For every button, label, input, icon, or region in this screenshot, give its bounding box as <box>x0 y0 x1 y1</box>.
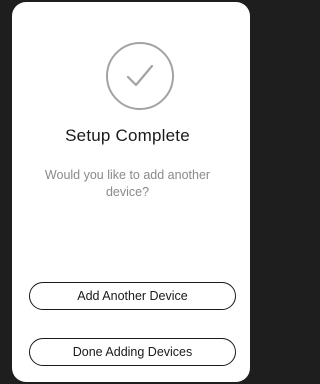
done-adding-devices-button[interactable]: Done Adding Devices <box>29 338 236 366</box>
checkmark-circle-icon <box>106 42 174 110</box>
add-another-device-button[interactable]: Add Another Device <box>29 282 236 310</box>
dialog-message: Would you like to add another device? <box>44 168 211 199</box>
screen-backdrop: Setup Complete Would you like to add ano… <box>0 0 255 384</box>
checkmark-icon <box>126 64 154 87</box>
dialog-title: Setup Complete <box>65 126 190 145</box>
